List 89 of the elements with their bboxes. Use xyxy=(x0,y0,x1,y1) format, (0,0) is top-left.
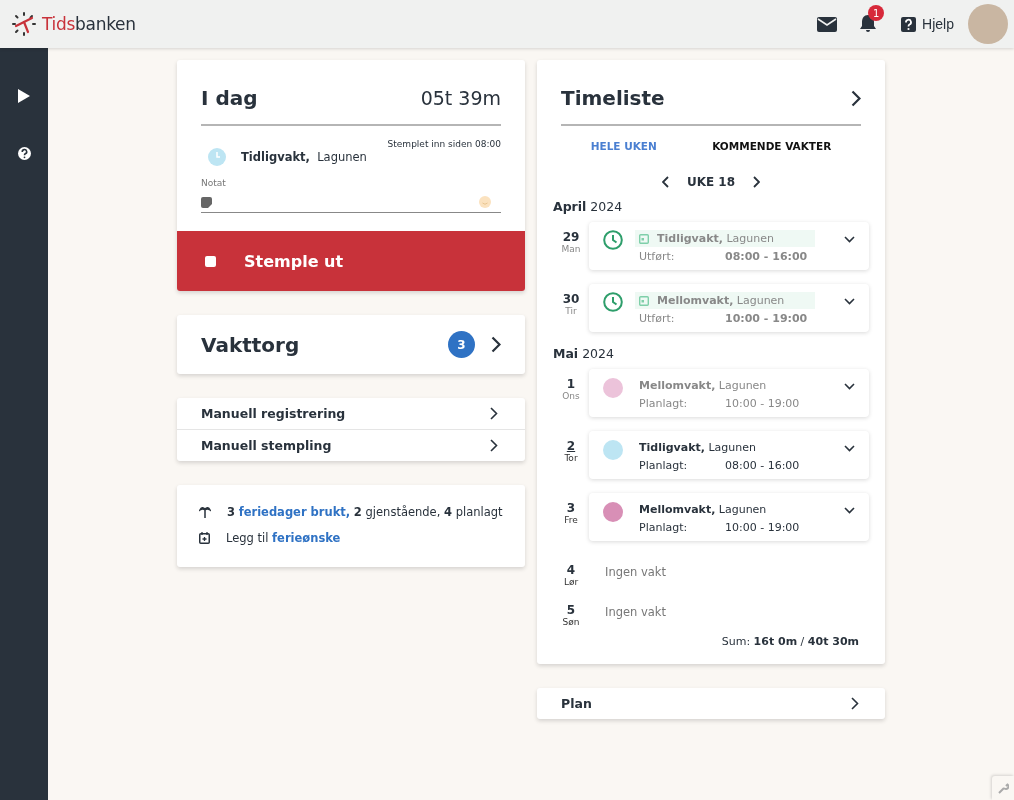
card-title: I dag xyxy=(201,86,258,110)
card-title: Vakttorg xyxy=(201,332,300,357)
clock-icon xyxy=(208,148,226,166)
shift-name: Mellomvakt, Lagunen xyxy=(657,294,785,307)
chevron-down-icon[interactable] xyxy=(844,236,855,243)
day-number: 3 xyxy=(566,501,576,515)
chevron-down-icon[interactable] xyxy=(844,507,855,514)
chevron-right-icon xyxy=(851,697,859,710)
clock-icon xyxy=(603,230,623,250)
shift-status: Utført: xyxy=(639,312,676,325)
palm-tree-icon xyxy=(199,506,211,518)
stamp-out-button[interactable]: Stemple ut xyxy=(177,231,525,291)
vacation-days-link[interactable]: feriedager brukt, xyxy=(238,505,351,519)
month-heading: Mai 2024 xyxy=(553,346,615,361)
shift-time: 10:00 - 19:00 xyxy=(725,397,800,410)
count-badge: 3 xyxy=(448,331,475,358)
shift-card[interactable]: Mellomvakt, Lagunen Utført: 10:00 - 19:00 xyxy=(589,284,869,332)
note-label: Notat xyxy=(201,178,227,188)
vakttorg-card[interactable]: Vakttorg 3 xyxy=(177,315,525,374)
weekday-label: Lør xyxy=(563,577,579,587)
shift-status: Utført: xyxy=(639,250,676,263)
clock-icon xyxy=(603,292,623,312)
stamped-text: Stemplet inn siden 08:00 xyxy=(386,139,501,149)
month-heading: April 2024 xyxy=(553,199,624,214)
help-icon[interactable] xyxy=(17,147,31,160)
day-number: 5 xyxy=(566,603,576,617)
shift-name: Mellomvakt, Lagunen xyxy=(639,379,767,392)
chevron-right-icon xyxy=(490,439,498,452)
logo-icon xyxy=(12,12,36,36)
play-icon[interactable] xyxy=(18,89,30,103)
shift-status: Planlagt: xyxy=(639,397,689,410)
plan-card[interactable]: Plan xyxy=(537,688,885,719)
add-vacation-text: Legg til ferieønske xyxy=(226,531,341,545)
weekday-label: Ons xyxy=(562,391,580,401)
day-number: 30 xyxy=(562,292,580,306)
shift-name: Mellomvakt, Lagunen xyxy=(639,503,767,516)
chevron-down-icon[interactable] xyxy=(844,383,855,390)
no-shift-text: Ingen vakt xyxy=(604,604,667,619)
day-number: 4 xyxy=(566,563,576,577)
weekday-label: Tir xyxy=(565,306,577,316)
shift-card[interactable]: Tidligvakt, Lagunen Utført: 08:00 - 16:00 xyxy=(589,222,869,270)
menu-item[interactable]: Manuell registrering xyxy=(177,398,525,429)
day-number: 1 xyxy=(566,377,576,391)
shift-status: Planlagt: xyxy=(639,459,689,472)
logo-text[interactable]: Tidsbanken xyxy=(42,14,136,34)
menu-item[interactable]: Manuell stempling xyxy=(177,429,525,461)
chevron-left-icon[interactable] xyxy=(661,176,669,188)
chevron-right-icon[interactable] xyxy=(753,176,761,188)
mail-icon[interactable] xyxy=(817,16,838,32)
note-icon xyxy=(201,196,212,208)
wrench-icon xyxy=(997,782,1009,794)
shift-text: Tidligvakt, Lagunen xyxy=(241,150,367,164)
day-number: 29 xyxy=(562,230,580,244)
vacation-wish-link[interactable]: ferieønske xyxy=(272,531,341,545)
notification-badge: 1 xyxy=(868,5,885,21)
weekday-label: Fre xyxy=(564,515,578,525)
duration-text: 05t 39m xyxy=(420,87,501,109)
shift-time: 08:00 - 16:00 xyxy=(725,250,808,263)
calendar-icon xyxy=(639,295,649,306)
chevron-down-icon[interactable] xyxy=(844,298,855,305)
sum-text: Sum: 16t 0m / 40t 30m xyxy=(720,635,859,648)
calendar-add-icon xyxy=(199,532,210,544)
chevron-right-icon[interactable] xyxy=(851,89,861,107)
vacation-summary: 3 feriedager brukt, 2 gjenstående, 4 planlagt xyxy=(227,505,503,519)
chevron-right-icon xyxy=(491,336,501,353)
shift-time: 10:00 - 19:00 xyxy=(725,521,800,534)
tab[interactable]: HELE UKEN xyxy=(590,140,657,158)
shift-card[interactable]: Mellomvakt, Lagunen Planlagt: 10:00 - 19:00 xyxy=(589,493,869,541)
shift-time: 10:00 - 19:00 xyxy=(725,312,808,325)
chevron-down-icon[interactable] xyxy=(844,445,855,452)
shift-card[interactable]: Mellomvakt, Lagunen Planlagt: 10:00 - 19:00 xyxy=(589,369,869,417)
shift-time: 08:00 - 16:00 xyxy=(725,459,800,472)
week-label: UKE 18 xyxy=(686,175,736,189)
shift-card[interactable]: Tidligvakt, Lagunen Planlagt: 08:00 - 16:00 xyxy=(589,431,869,479)
card-title: Timeliste xyxy=(561,86,665,110)
calendar-icon xyxy=(639,233,649,244)
weekday-label: Man xyxy=(561,244,581,254)
shift-name: Tidligvakt, Lagunen xyxy=(639,441,756,454)
weekday-label: Søn xyxy=(562,617,580,627)
day-number: 2 xyxy=(566,439,576,453)
shift-name: Tidligvakt, Lagunen xyxy=(657,232,774,245)
help-link[interactable]: Hjelp xyxy=(922,16,954,32)
help-icon[interactable] xyxy=(901,16,917,32)
weekday-label: Tor xyxy=(564,453,578,463)
chevron-right-icon xyxy=(490,407,498,420)
tab[interactable]: KOMMENDE VAKTER xyxy=(712,140,832,158)
shift-status: Planlagt: xyxy=(639,521,689,534)
card-title: Plan xyxy=(561,696,592,711)
no-shift-text: Ingen vakt xyxy=(604,564,667,579)
